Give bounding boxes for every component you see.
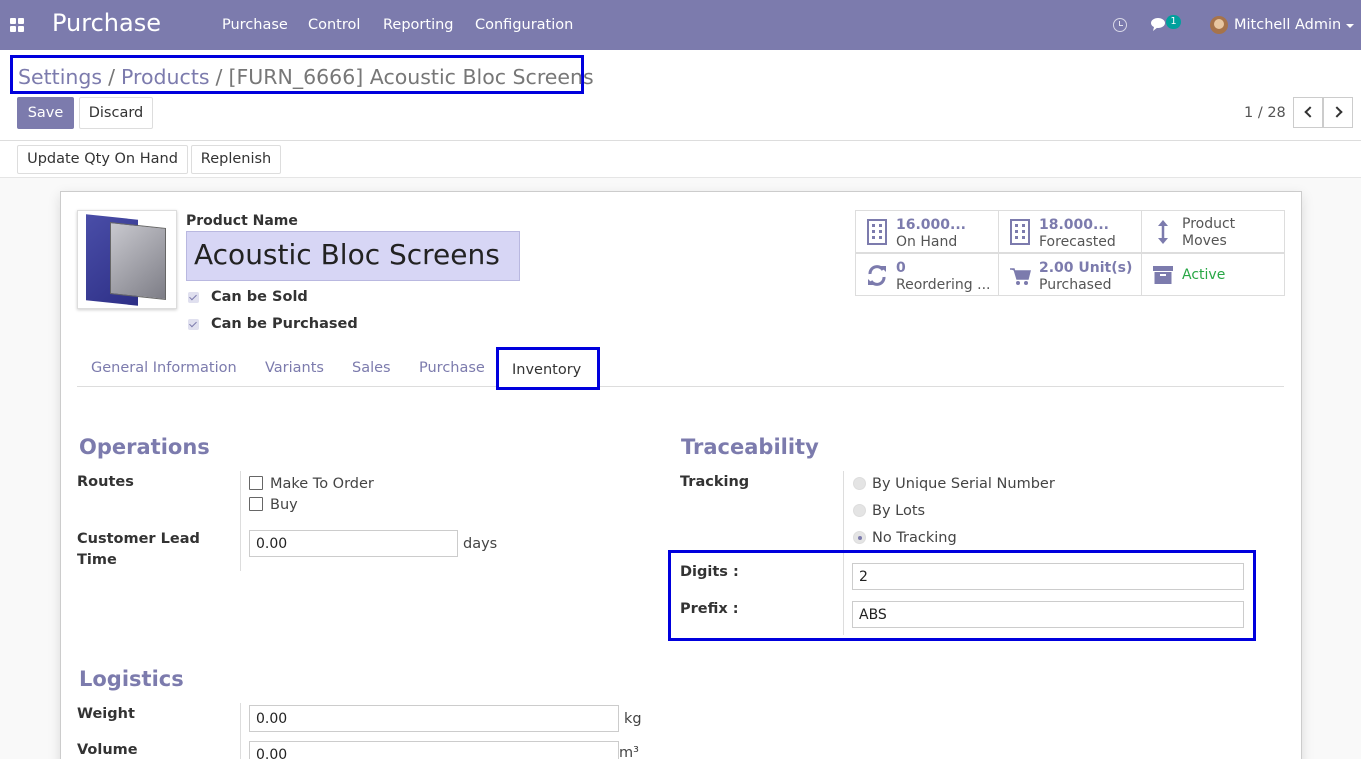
breadcrumb-current: [FURN_6666] Acoustic Bloc Screens (228, 65, 594, 89)
refresh-icon (868, 265, 886, 286)
chevron-right-icon (1331, 106, 1343, 118)
shopping-cart-icon (1010, 268, 1031, 285)
on-hand-label: On Hand (896, 234, 958, 250)
forecasted-label: Forecasted (1039, 234, 1116, 250)
user-avatar[interactable] (1210, 16, 1228, 34)
tab-general-information[interactable]: General Information (91, 360, 237, 376)
breadcrumb-settings[interactable]: Settings (18, 65, 102, 89)
product-moves-button[interactable]: Product Moves (1141, 210, 1285, 253)
replenish-button[interactable]: Replenish (191, 145, 281, 174)
top-navbar: Purchase Purchase Control Reporting Conf… (0, 0, 1361, 50)
apps-menu-icon[interactable] (10, 18, 24, 32)
reordering-button[interactable]: 0 Reordering ... (855, 253, 999, 296)
prefix-input[interactable]: ABS (852, 601, 1244, 628)
tracking-serial-radio[interactable] (853, 477, 866, 490)
notebook-tabs: General Information Variants Sales Purch… (77, 348, 1284, 387)
tab-inventory[interactable]: Inventory (496, 347, 600, 390)
breadcrumb: Settings / Products / [FURN_6666] Acoustic B… (10, 55, 594, 94)
lead-time-unit: days (463, 536, 498, 552)
reordering-value: 0 (896, 260, 906, 276)
traceability-title: Traceability (681, 435, 819, 459)
customer-lead-time-label: Customer Lead Time (77, 531, 200, 568)
buy-label: Buy (270, 497, 298, 513)
prefix-label: Prefix : (680, 601, 739, 617)
menu-control[interactable]: Control (308, 17, 360, 33)
weight-input[interactable]: 0.00 (249, 705, 619, 732)
chevron-left-icon (1304, 106, 1316, 118)
routes-label: Routes (77, 474, 134, 490)
can-be-purchased-checkbox[interactable] (188, 319, 199, 330)
digits-label: Digits : (680, 564, 739, 580)
menu-purchase[interactable]: Purchase (222, 17, 288, 33)
chat-badge: 1 (1166, 15, 1181, 29)
can-be-sold-label: Can be Sold (211, 289, 308, 305)
purchased-value: 2.00 Unit(s) (1039, 260, 1133, 276)
volume-unit: m³ (619, 745, 639, 759)
weight-label: Weight (77, 706, 135, 722)
tracking-lots-label: By Lots (872, 503, 926, 519)
pager-next-button[interactable] (1323, 97, 1353, 128)
control-panel: Settings / Products / [FURN_6666] Acoustic B… (0, 50, 1361, 141)
tracking-serial-label: By Unique Serial Number (872, 476, 1055, 492)
save-button[interactable]: Save (17, 97, 74, 129)
pager-previous-button[interactable] (1293, 97, 1323, 128)
product-image-screen-front (110, 222, 166, 300)
purchased-label: Purchased (1039, 277, 1112, 293)
buy-checkbox[interactable] (249, 497, 263, 511)
can-be-sold-checkbox[interactable] (188, 292, 199, 303)
activity-clock-icon[interactable] (1113, 18, 1127, 32)
menu-reporting[interactable]: Reporting (383, 17, 454, 33)
forecasted-button[interactable]: 18.000... Forecasted (998, 210, 1142, 253)
volume-input[interactable]: 0.00 (249, 741, 619, 759)
active-toggle-button[interactable]: Active (1141, 253, 1285, 296)
tracking-none-label: No Tracking (872, 530, 957, 546)
product-name-input[interactable]: Acoustic Bloc Screens (186, 231, 520, 281)
building-icon (1010, 219, 1030, 245)
discard-button[interactable]: Discard (79, 97, 153, 129)
field-divider (240, 471, 241, 571)
building-icon (867, 219, 887, 245)
archive-icon (1153, 266, 1173, 284)
chevron-down-icon[interactable] (1346, 24, 1354, 28)
active-label: Active (1182, 267, 1226, 283)
form-sheet: Product Name Acoustic Bloc Screens Can b… (60, 191, 1302, 759)
user-name[interactable]: Mitchell Admin (1234, 17, 1341, 33)
operations-title: Operations (79, 435, 210, 459)
tracking-label: Tracking (680, 474, 750, 490)
can-be-purchased-label: Can be Purchased (211, 316, 358, 332)
breadcrumb-products[interactable]: Products (121, 65, 210, 89)
form-statusbar: Update Qty On Hand Replenish (0, 141, 1361, 178)
on-hand-value: 16.000... (896, 217, 966, 233)
volume-label: Volume (77, 742, 138, 758)
tab-variants[interactable]: Variants (265, 360, 324, 376)
tab-sales[interactable]: Sales (352, 360, 391, 376)
tracking-none-radio[interactable] (853, 531, 866, 544)
purchased-button[interactable]: 2.00 Unit(s) Purchased (998, 253, 1142, 296)
on-hand-button[interactable]: 16.000... On Hand (855, 210, 999, 253)
make-to-order-label: Make To Order (270, 476, 374, 492)
update-qty-on-hand-button[interactable]: Update Qty On Hand (17, 145, 188, 174)
customer-lead-time-input[interactable]: 0.00 (249, 530, 458, 557)
forecasted-value: 18.000... (1039, 217, 1109, 233)
breadcrumb-separator: / (108, 65, 116, 89)
tab-purchase[interactable]: Purchase (419, 360, 485, 376)
reordering-label: Reordering ... (896, 277, 991, 293)
digits-input[interactable]: 2 (852, 563, 1244, 590)
product-name-label: Product Name (186, 213, 298, 229)
pager-value: 1 / 28 (1244, 105, 1286, 121)
menu-configuration[interactable]: Configuration (475, 17, 573, 33)
tracking-lots-radio[interactable] (853, 504, 866, 517)
app-title[interactable]: Purchase (52, 9, 161, 37)
make-to-order-checkbox[interactable] (249, 476, 263, 490)
field-divider (240, 703, 241, 759)
logistics-title: Logistics (79, 667, 184, 691)
weight-unit: kg (624, 711, 642, 727)
product-moves-label: Product Moves (1182, 216, 1236, 249)
vertical-arrows-icon (1158, 220, 1168, 244)
breadcrumb-separator: / (215, 65, 223, 89)
product-image[interactable] (77, 210, 177, 309)
